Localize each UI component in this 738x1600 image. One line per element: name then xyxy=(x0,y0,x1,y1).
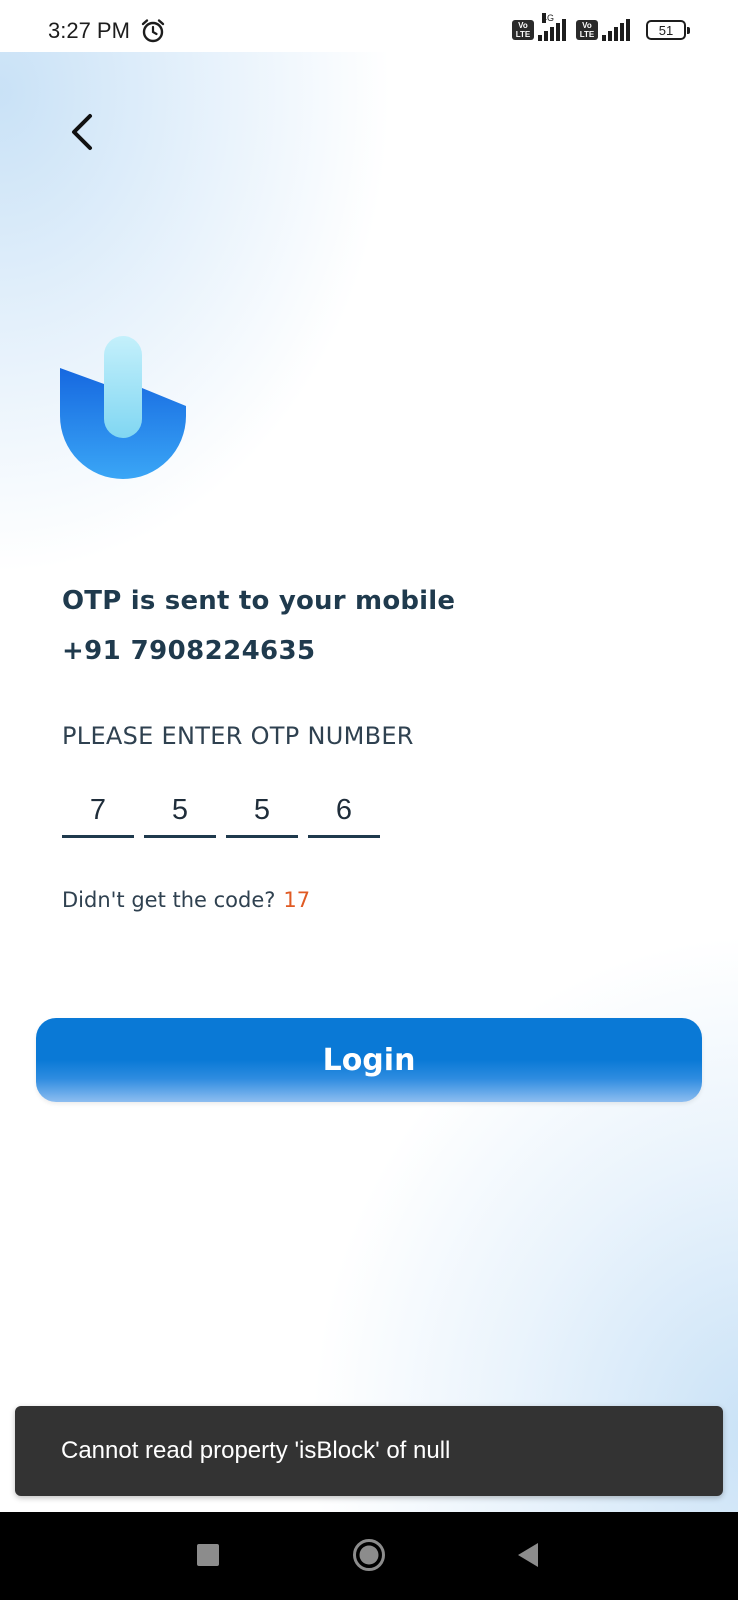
volte-badge-2: Vo LTE xyxy=(576,20,598,40)
otp-digit-input-4[interactable]: 6 xyxy=(308,790,380,838)
otp-screen: 3:27 PM Vo LTE 4G Vo LTE 51 OTP is sent … xyxy=(0,0,738,1600)
otp-input-group: 7 5 5 6 xyxy=(62,790,380,838)
resend-prompt: Didn't get the code? xyxy=(62,888,276,912)
otp-enter-label: PLEASE ENTER OTP NUMBER xyxy=(62,722,414,750)
back-button[interactable] xyxy=(62,108,106,156)
network-type: 4G xyxy=(542,13,555,23)
resend-row: Didn't get the code? 17 xyxy=(62,888,310,912)
otp-digit-input-3[interactable]: 5 xyxy=(226,790,298,838)
error-toast: Cannot read property 'isBlock' of null xyxy=(15,1406,723,1496)
volte-badge-1: Vo LTE xyxy=(512,20,534,40)
square-recents-icon[interactable] xyxy=(197,1544,219,1566)
signal-strength-2-icon xyxy=(602,19,630,41)
toast-message: Cannot read property 'isBlock' of null xyxy=(61,1437,451,1464)
brand-logo-icon xyxy=(60,336,186,479)
signal-strength-1-icon: 4G xyxy=(538,13,566,41)
login-button[interactable]: Login xyxy=(36,1018,702,1102)
login-button-label: Login xyxy=(322,1042,416,1078)
status-indicators: Vo LTE 4G Vo LTE 51 xyxy=(512,13,690,44)
alarm-clock-icon xyxy=(141,19,165,43)
battery-level: 51 xyxy=(658,22,674,38)
triangle-back-icon[interactable] xyxy=(516,1542,540,1568)
otp-digit-input-2[interactable]: 5 xyxy=(144,790,216,838)
otp-sent-message: OTP is sent to your mobile xyxy=(62,586,456,616)
status-bar: 3:27 PM Vo LTE 4G Vo LTE 51 xyxy=(0,0,738,52)
circle-home-icon[interactable] xyxy=(352,1538,386,1572)
status-time: 3:27 PM xyxy=(48,18,130,43)
background-gradient xyxy=(0,52,738,1512)
phone-number: +91 7908224635 xyxy=(62,636,316,666)
resend-timer[interactable]: 17 xyxy=(283,888,310,912)
otp-digit-input-1[interactable]: 7 xyxy=(62,790,134,838)
system-nav-bar xyxy=(0,1512,738,1600)
battery-icon: 51 xyxy=(646,20,690,40)
chevron-left-icon xyxy=(72,114,92,150)
